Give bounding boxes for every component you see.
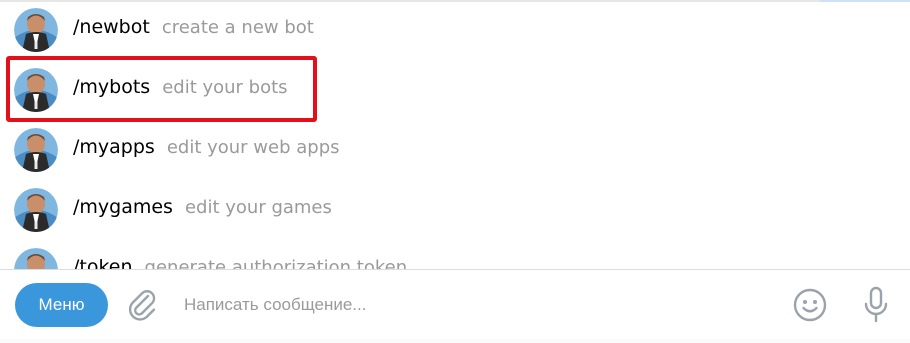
bot-avatar-icon [14,248,58,270]
command-row-token[interactable]: /token generate authorization token [0,240,910,270]
message-composer: Меню [0,270,910,343]
message-input[interactable] [184,290,764,320]
command-row-myapps[interactable]: /myapps edit your web apps [0,120,910,180]
command-description: edit your games [184,197,332,218]
highlight-box [6,56,317,122]
command-suggestion-list: /newbot create a new bot /mybots edit your… [0,0,910,270]
bot-avatar-icon [14,188,58,232]
smiley-icon[interactable] [792,287,828,323]
command-name: /myapps [73,136,155,158]
command-name: /newbot [73,16,150,38]
microphone-icon[interactable] [860,285,892,325]
command-name: /mygames [73,196,173,218]
bot-avatar-icon [14,128,58,172]
menu-button[interactable]: Меню [15,283,108,327]
paperclip-icon[interactable] [124,287,160,323]
command-row-mygames[interactable]: /mygames edit your games [0,180,910,240]
command-description: edit your web apps [166,137,340,158]
command-name: /token [73,256,133,270]
command-description: create a new bot [161,17,314,38]
bot-avatar-icon [14,8,58,52]
command-row-newbot[interactable]: /newbot create a new bot [0,0,910,60]
bottom-strip [0,339,910,343]
